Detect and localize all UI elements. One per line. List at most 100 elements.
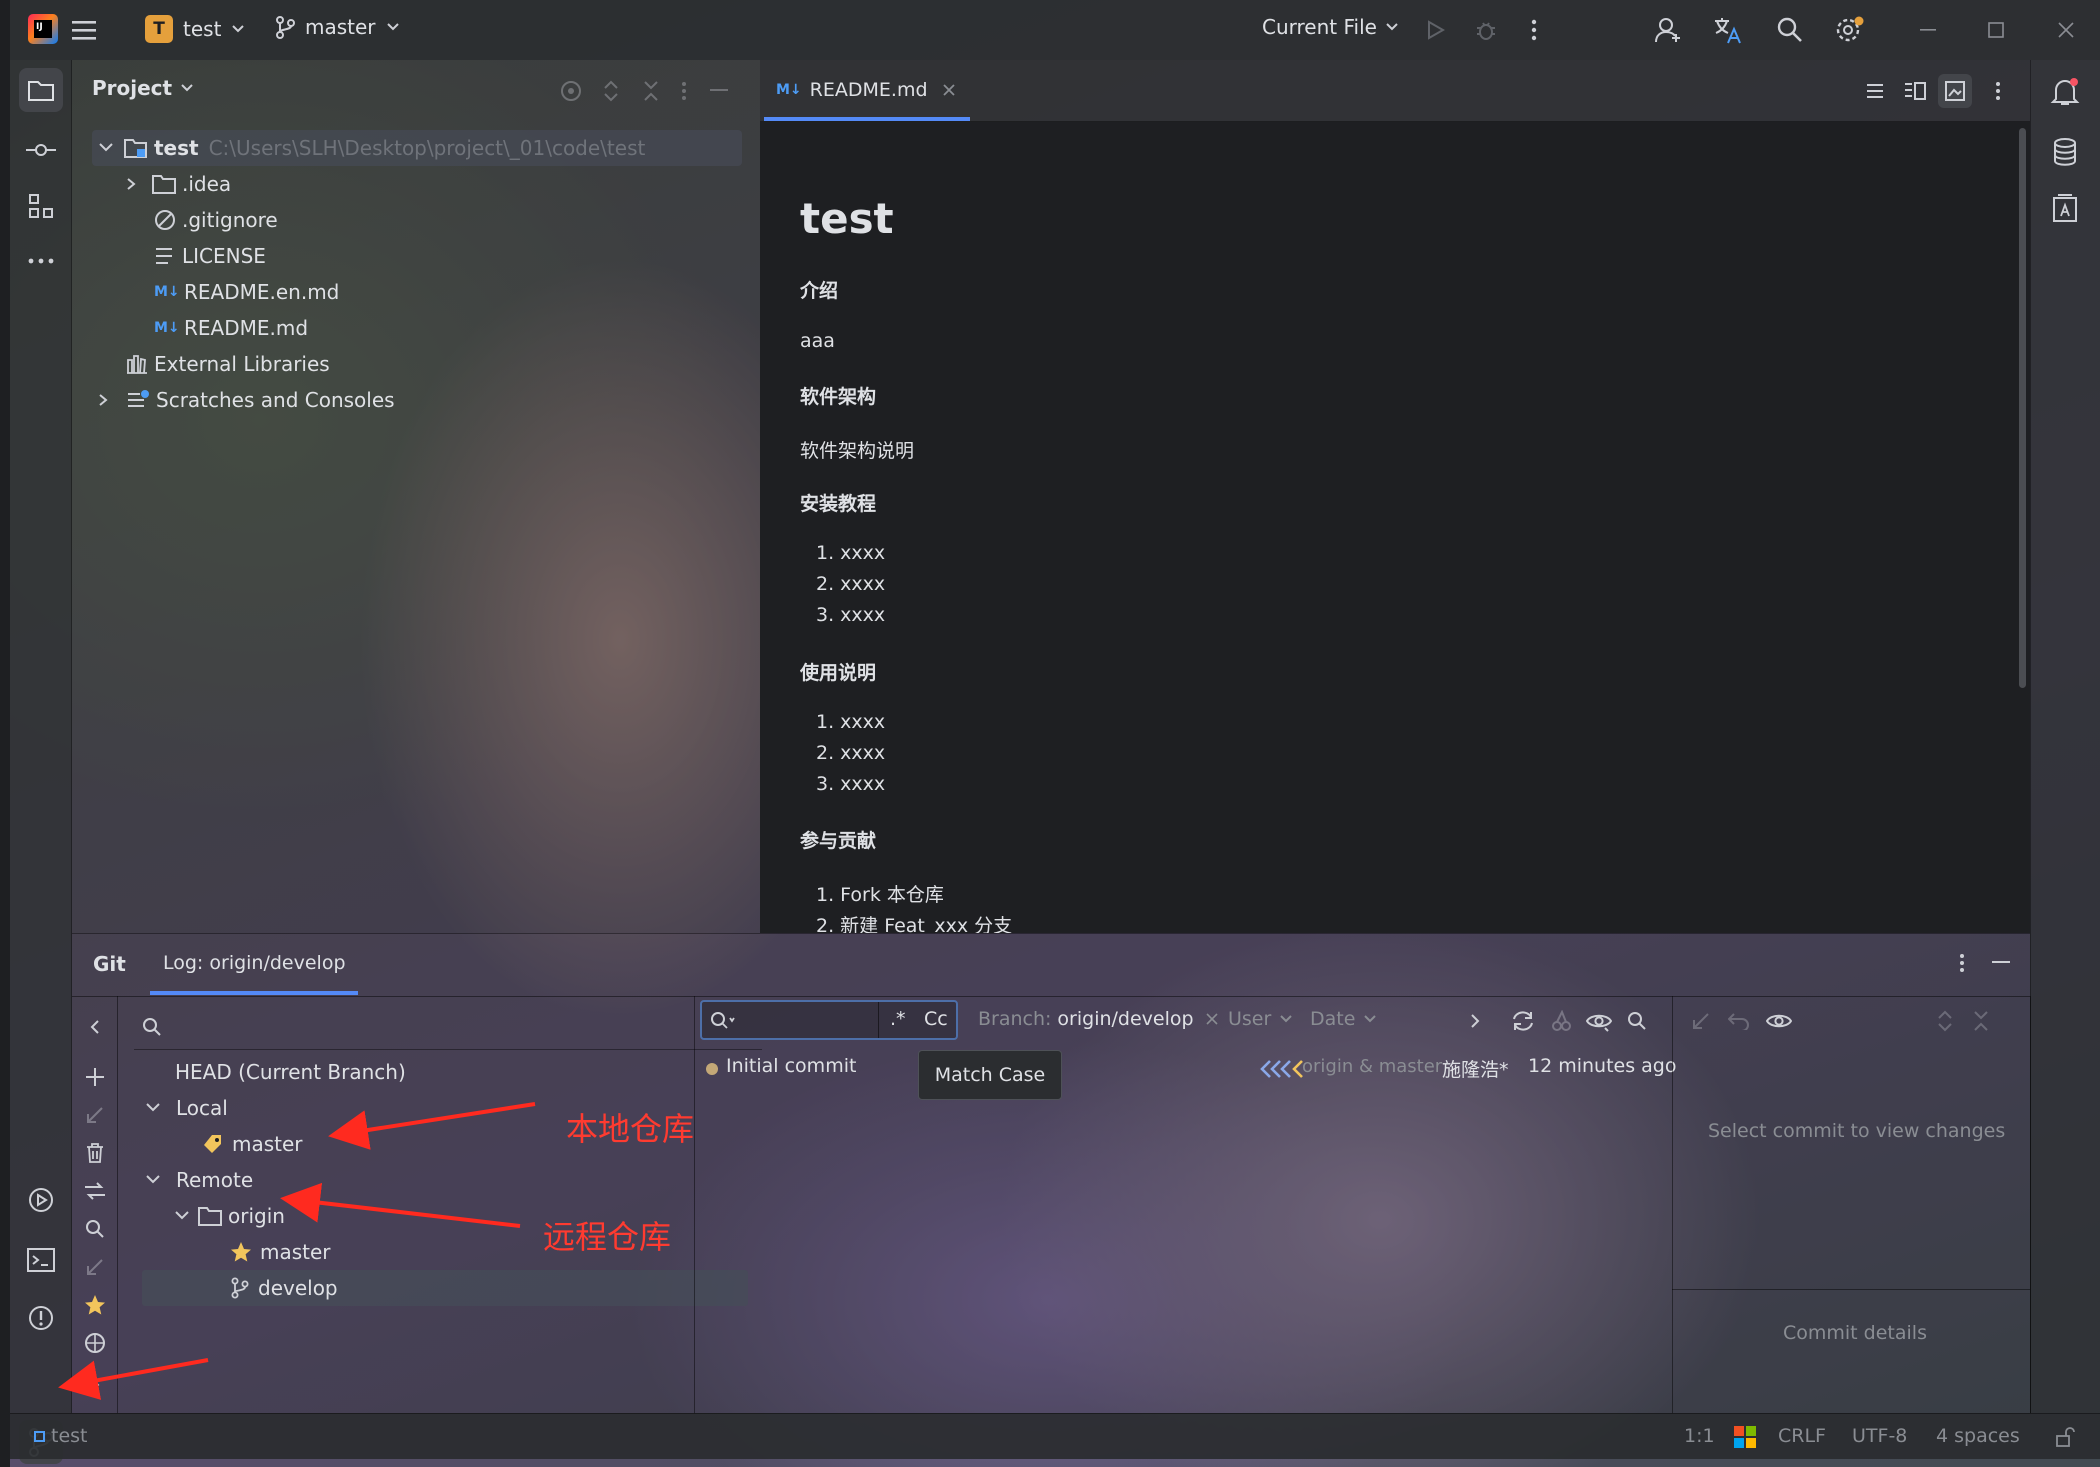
collapse-all-icon[interactable]: [638, 78, 664, 104]
navigate-icon[interactable]: [82, 1330, 108, 1356]
structure-tool-icon[interactable]: [19, 186, 63, 226]
hide-git-panel-icon[interactable]: [1986, 948, 2016, 978]
split-view-icon[interactable]: [1900, 76, 1930, 106]
tree-root-row[interactable]: test C:\Users\SLH\Desktop\project\_01\co…: [98, 131, 645, 165]
view-options-icon[interactable]: [1584, 1006, 1614, 1036]
cherry-pick-icon[interactable]: [1546, 1006, 1576, 1036]
chevron-right-icon[interactable]: [82, 1372, 108, 1398]
branch-head[interactable]: HEAD (Current Branch): [175, 1055, 406, 1089]
collapse-all-icon[interactable]: [1968, 1006, 1994, 1036]
select-opened-file-icon[interactable]: [558, 78, 584, 104]
commit-tool-icon[interactable]: [19, 130, 63, 170]
branch-switcher[interactable]: master: [275, 15, 400, 39]
problems-tool-icon[interactable]: [19, 1298, 63, 1338]
branch-search-input[interactable]: [134, 1006, 762, 1050]
preview-only-icon[interactable]: [1938, 74, 1972, 108]
branch-local-master[interactable]: master: [202, 1127, 303, 1161]
editor-only-icon[interactable]: [1860, 76, 1890, 106]
minimize-window-icon[interactable]: [1910, 14, 1946, 46]
module-icon: [34, 1430, 45, 1442]
code-with-me-icon[interactable]: [1650, 12, 1686, 48]
git-options-icon[interactable]: [1952, 948, 1972, 978]
branch-group-local[interactable]: Local: [145, 1091, 228, 1125]
update-branch-icon[interactable]: [82, 1102, 108, 1128]
delete-branch-icon[interactable]: [82, 1140, 108, 1166]
regex-toggle[interactable]: .*: [890, 1008, 906, 1030]
show-diff-icon[interactable]: [1686, 1006, 1716, 1036]
search-branch-icon[interactable]: [82, 1216, 108, 1242]
chevron-down-icon: [232, 25, 245, 33]
more-tools-icon[interactable]: [19, 246, 63, 276]
user-filter[interactable]: User: [1228, 1008, 1293, 1030]
branch-filter[interactable]: Branch: origin/develop: [978, 1008, 1218, 1030]
markdown-icon: M↓: [154, 284, 180, 300]
section-body: 软件架构说明: [800, 440, 915, 462]
search-icon[interactable]: [1622, 1006, 1652, 1036]
tab-readme[interactable]: M↓ README.md: [776, 60, 982, 120]
preview-diff-icon[interactable]: [1764, 1006, 1794, 1036]
windows-logo-icon[interactable]: [1734, 1426, 1756, 1448]
status-line-separator[interactable]: CRLF: [1778, 1425, 1826, 1447]
tree-item-external-libraries[interactable]: External Libraries: [126, 347, 330, 381]
tree-item-label: LICENSE: [182, 244, 266, 268]
compare-branch-icon[interactable]: [82, 1178, 108, 1204]
run-icon[interactable]: [1420, 14, 1452, 46]
project-view-selector[interactable]: Project: [92, 76, 194, 100]
expand-all-icon[interactable]: [1932, 1006, 1958, 1036]
clear-filter-icon[interactable]: [1206, 1013, 1218, 1025]
tree-item-idea[interactable]: .idea: [126, 167, 231, 201]
ai-assistant-icon[interactable]: [2045, 188, 2085, 228]
project-switcher[interactable]: T test: [145, 15, 245, 43]
tree-item-license[interactable]: LICENSE: [154, 239, 266, 273]
fetch-icon[interactable]: [82, 1254, 108, 1280]
date-filter[interactable]: Date: [1310, 1008, 1377, 1030]
status-indent[interactable]: 4 spaces: [1936, 1425, 2020, 1447]
tree-item-gitignore[interactable]: .gitignore: [154, 203, 278, 237]
status-project[interactable]: test: [34, 1425, 88, 1447]
branch-group-remote[interactable]: Remote: [145, 1163, 253, 1197]
commit-row[interactable]: Initial commit origin & master 施隆浩* 12 m…: [700, 1050, 1740, 1088]
close-tab-icon[interactable]: [942, 83, 956, 97]
editor-scrollbar-thumb[interactable]: [2019, 128, 2026, 688]
debug-icon[interactable]: [1470, 14, 1502, 46]
match-case-toggle[interactable]: Cc: [924, 1008, 948, 1030]
status-caret-position[interactable]: 1:1: [1684, 1425, 1715, 1447]
new-branch-icon[interactable]: [82, 1064, 108, 1090]
chevron-left-icon[interactable]: [82, 1014, 108, 1040]
run-config-selector[interactable]: Current File: [1262, 15, 1399, 39]
project-tool-icon[interactable]: [19, 68, 63, 112]
close-window-icon[interactable]: [2048, 14, 2084, 46]
select-commit-hint: Select commit to view changes: [1708, 1120, 2006, 1142]
log-search-input[interactable]: .* Cc: [700, 1000, 958, 1040]
database-tool-icon[interactable]: [2045, 132, 2085, 172]
translate-icon[interactable]: [1710, 12, 1746, 48]
app-logo-icon[interactable]: IJ: [28, 14, 58, 44]
settings-icon[interactable]: [1832, 12, 1868, 48]
refresh-icon[interactable]: [1508, 1006, 1538, 1036]
terminal-tool-icon[interactable]: [19, 1240, 63, 1280]
more-actions-icon[interactable]: [1524, 14, 1544, 46]
revert-icon[interactable]: [1724, 1006, 1754, 1036]
tree-item-readme[interactable]: M↓ README.md: [154, 311, 308, 345]
status-encoding[interactable]: UTF-8: [1852, 1425, 1907, 1447]
panel-options-icon[interactable]: [674, 78, 694, 104]
favorite-star-icon[interactable]: [82, 1292, 108, 1318]
search-icon[interactable]: [1772, 12, 1808, 48]
unlock-icon[interactable]: [2052, 1424, 2078, 1450]
editor-scrollbar-track[interactable]: [2016, 122, 2030, 933]
chevron-right-icon: [99, 394, 108, 406]
tab-log[interactable]: Log: origin/develop: [163, 952, 346, 974]
chevron-right-icon[interactable]: [1464, 1008, 1486, 1034]
tree-item-scratches[interactable]: Scratches and Consoles: [98, 383, 395, 417]
hide-panel-icon[interactable]: [706, 78, 732, 104]
services-tool-icon[interactable]: [19, 1180, 63, 1220]
tree-item-readme-en[interactable]: M↓ README.en.md: [154, 275, 339, 309]
notifications-icon[interactable]: [2045, 72, 2085, 112]
branch-remote-master[interactable]: master: [230, 1235, 331, 1269]
main-menu-icon[interactable]: [68, 14, 100, 46]
maximize-window-icon[interactable]: [1978, 14, 2014, 46]
expand-all-icon[interactable]: [598, 78, 624, 104]
branch-group-origin[interactable]: origin: [174, 1199, 285, 1233]
editor-options-icon[interactable]: [1988, 76, 2008, 106]
branch-remote-develop[interactable]: develop: [230, 1271, 338, 1305]
